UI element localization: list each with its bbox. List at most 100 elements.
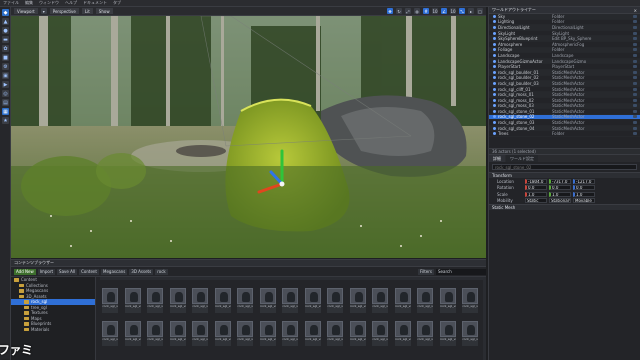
visibility-eye-icon[interactable] bbox=[633, 87, 637, 91]
visibility-eye-icon[interactable] bbox=[633, 37, 637, 41]
viewport-tab[interactable]: Viewport bbox=[14, 8, 38, 14]
visibility-eye-icon[interactable] bbox=[633, 121, 637, 125]
asset-tile[interactable]: rock_sgl_var bbox=[237, 288, 253, 314]
asset-scrollbar[interactable] bbox=[483, 277, 486, 360]
cinematics-icon[interactable]: ◎ bbox=[2, 90, 9, 97]
asset-tile[interactable]: rock_sgl_var bbox=[214, 288, 231, 314]
asset-tile[interactable]: rock_sgl_var bbox=[462, 288, 478, 314]
location-y[interactable]: -7317.0 bbox=[549, 178, 571, 184]
visibility-eye-icon[interactable] bbox=[633, 59, 637, 63]
asset-tile[interactable]: rock_sgl_var bbox=[259, 288, 276, 314]
asset-tile[interactable]: rock_sgl_var bbox=[394, 321, 411, 347]
breadcrumb-rock[interactable]: rock bbox=[155, 268, 168, 275]
rotation-x[interactable]: 0.0 bbox=[525, 185, 547, 191]
scale-x[interactable]: 1.0 bbox=[525, 191, 547, 197]
asset-tile[interactable]: rock_sgl_var bbox=[102, 321, 118, 347]
content-browser-tab[interactable]: コンテンツブラウザー bbox=[11, 260, 486, 267]
settings-icon[interactable]: ⚙ bbox=[2, 63, 9, 70]
tab-details[interactable]: 詳細 bbox=[489, 155, 505, 162]
rotation-snap-icon[interactable]: ∠ bbox=[441, 8, 447, 14]
visibility-eye-icon[interactable] bbox=[633, 14, 637, 18]
menu-help[interactable]: ヘルプ bbox=[65, 0, 77, 6]
viewport-options-icon[interactable]: ▾ bbox=[40, 8, 47, 14]
asset-tile[interactable]: rock_sgl_var bbox=[214, 321, 231, 347]
select-mode-icon[interactable]: ◆ bbox=[2, 9, 9, 16]
add-new-button[interactable]: Add New bbox=[14, 268, 36, 275]
rotate-icon[interactable]: ↻ bbox=[396, 8, 402, 14]
visibility-eye-icon[interactable] bbox=[633, 81, 637, 85]
mobility-movable[interactable]: Movable bbox=[573, 198, 595, 204]
asset-tile[interactable]: rock_sgl_var bbox=[372, 288, 388, 314]
mobility-static[interactable]: Static bbox=[525, 198, 547, 204]
asset-tile[interactable]: rock_sgl_var bbox=[147, 321, 163, 347]
asset-tile[interactable]: rock_sgl_var bbox=[417, 288, 433, 314]
asset-tile[interactable]: rock_sgl_var bbox=[124, 321, 141, 347]
asset-tile[interactable]: rock_sgl_var bbox=[462, 321, 478, 347]
outliner-row[interactable]: Trees Folder bbox=[489, 131, 640, 138]
asset-tile[interactable]: rock_sgl_var bbox=[394, 288, 411, 314]
source-control-icon[interactable]: ▤ bbox=[2, 99, 9, 106]
asset-tile[interactable]: rock_sgl_var bbox=[439, 321, 456, 347]
visibility-eye-icon[interactable] bbox=[633, 98, 637, 102]
visibility-eye-icon[interactable] bbox=[633, 132, 637, 136]
menu-file[interactable]: ファイル bbox=[3, 0, 19, 6]
folder-tree-item[interactable]: Materials bbox=[11, 327, 95, 333]
asset-tile[interactable]: rock_sgl_var bbox=[102, 288, 118, 314]
location-z[interactable]: -1217.0 bbox=[573, 178, 595, 184]
visibility-eye-icon[interactable] bbox=[633, 109, 637, 113]
visibility-eye-icon[interactable] bbox=[633, 65, 637, 69]
asset-tile[interactable]: rock_sgl_var bbox=[147, 288, 163, 314]
asset-tile[interactable]: rock_sgl_var bbox=[327, 321, 343, 347]
play-icon[interactable]: ▶ bbox=[2, 81, 9, 88]
asset-tile[interactable]: rock_sgl_var bbox=[417, 321, 433, 347]
build-icon[interactable]: ▣ bbox=[2, 72, 9, 79]
asset-tile[interactable]: rock_sgl_var bbox=[169, 321, 186, 347]
show-button[interactable]: Show bbox=[95, 8, 113, 14]
mobility-stationary[interactable]: Stationary bbox=[549, 198, 571, 204]
asset-tile[interactable]: rock_sgl_var bbox=[259, 321, 276, 347]
rotation-y[interactable]: 0.0 bbox=[549, 185, 571, 191]
visibility-eye-icon[interactable] bbox=[633, 126, 637, 130]
details-actor-name[interactable]: rock_sgl_stone_02 bbox=[492, 164, 637, 170]
scale-snap-icon[interactable]: ⤡ bbox=[459, 8, 465, 14]
asset-tile[interactable]: rock_sgl_var bbox=[282, 288, 298, 314]
translate-icon[interactable]: ✥ bbox=[387, 8, 393, 14]
visibility-eye-icon[interactable] bbox=[633, 48, 637, 52]
menu-tab[interactable]: タブ bbox=[113, 0, 121, 6]
save-all-button[interactable]: Save All bbox=[57, 268, 78, 275]
asset-tile[interactable]: rock_sgl_var bbox=[439, 288, 456, 314]
filters-button[interactable]: Filters bbox=[418, 268, 434, 275]
paint-mode-icon[interactable]: ● bbox=[2, 27, 9, 34]
breadcrumb-3d-assets[interactable]: 3D Assets bbox=[129, 268, 154, 275]
import-button[interactable]: Import bbox=[37, 268, 56, 275]
visibility-eye-icon[interactable] bbox=[633, 53, 637, 57]
world-space-icon[interactable]: ◍ bbox=[414, 8, 420, 14]
asset-tile[interactable]: rock_sgl_var bbox=[304, 321, 321, 347]
asset-tile[interactable]: rock_sgl_var bbox=[349, 321, 366, 347]
asset-tile[interactable]: rock_sgl_var bbox=[124, 288, 141, 314]
content-search-input[interactable]: Search bbox=[436, 268, 486, 275]
visibility-eye-icon[interactable] bbox=[633, 76, 637, 80]
visibility-eye-icon[interactable] bbox=[633, 70, 637, 74]
static-mesh-section[interactable]: Static Mesh bbox=[489, 204, 640, 210]
asset-tile[interactable]: rock_sgl_var bbox=[304, 288, 321, 314]
visibility-eye-icon[interactable] bbox=[633, 31, 637, 35]
content-icon[interactable]: ▦ bbox=[2, 108, 9, 115]
grid-snap-icon[interactable]: # bbox=[423, 8, 429, 14]
lit-button[interactable]: Lit bbox=[81, 8, 93, 14]
camera-speed-icon[interactable]: ▸ bbox=[468, 8, 474, 14]
foliage-mode-icon[interactable]: ✿ bbox=[2, 45, 9, 52]
visibility-eye-icon[interactable] bbox=[633, 115, 637, 119]
grid-size-value[interactable]: 10 bbox=[432, 8, 438, 14]
asset-tile[interactable]: rock_sgl_var bbox=[169, 288, 186, 314]
visibility-eye-icon[interactable] bbox=[633, 93, 637, 97]
maximize-icon[interactable]: □ bbox=[477, 8, 483, 14]
place-mode-icon[interactable]: ▲ bbox=[2, 18, 9, 25]
location-x[interactable]: -1804.0 bbox=[525, 178, 547, 184]
asset-tile[interactable]: rock_sgl_var bbox=[349, 288, 366, 314]
rotation-z[interactable]: 0.0 bbox=[573, 185, 595, 191]
asset-tile[interactable]: rock_sgl_var bbox=[282, 321, 298, 347]
asset-tile[interactable]: rock_sgl_var bbox=[237, 321, 253, 347]
landscape-mode-icon[interactable]: ▬ bbox=[2, 36, 9, 43]
breadcrumb-megascans[interactable]: Megascans bbox=[101, 268, 128, 275]
